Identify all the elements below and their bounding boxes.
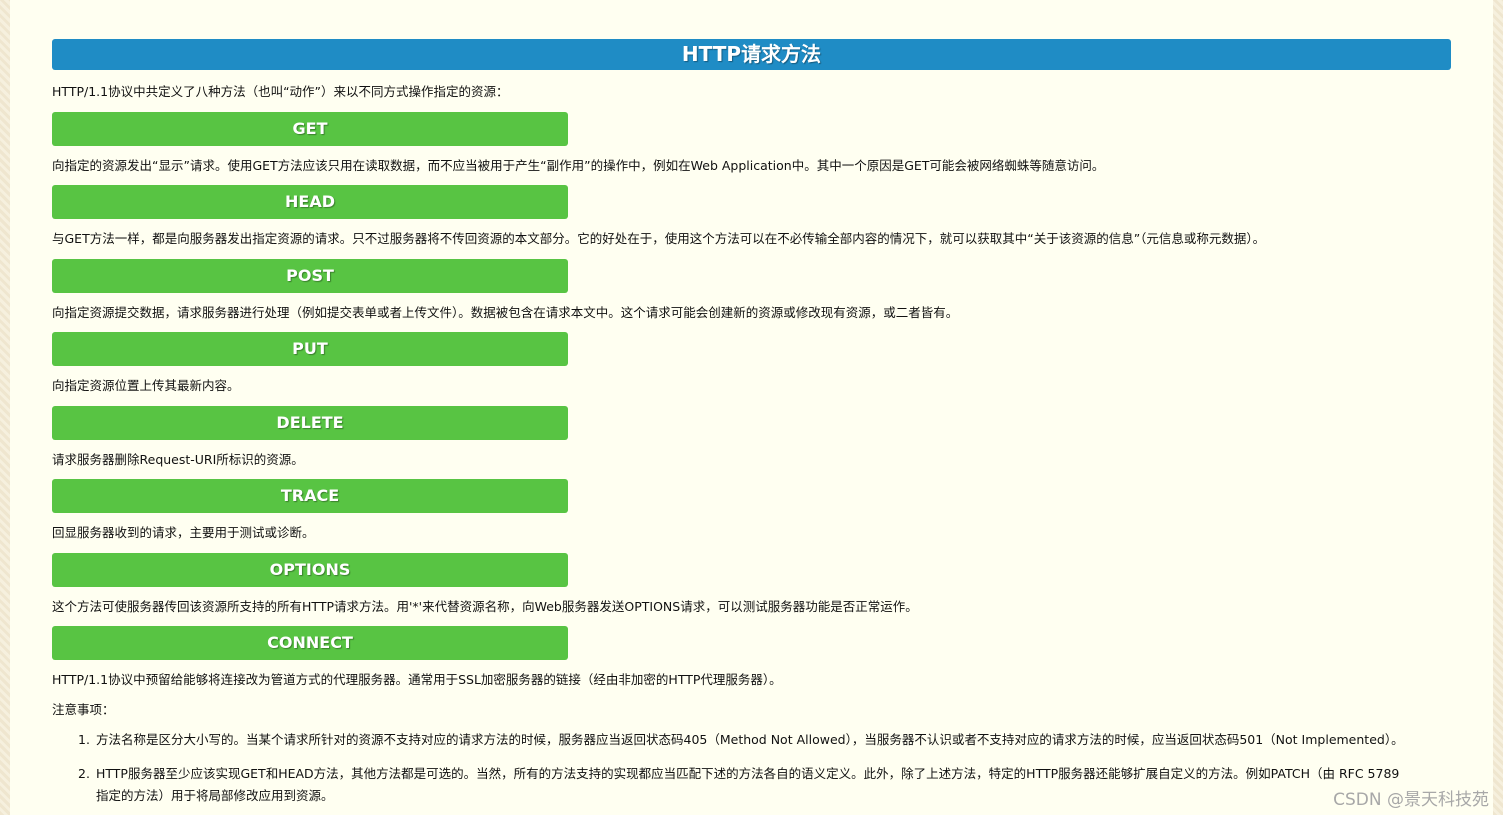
method-desc-post: 向指定资源提交数据，请求服务器进行处理（例如提交表单或者上传文件）。数据被包含在… bbox=[52, 305, 959, 320]
watermark: CSDN @景天科技苑 bbox=[1333, 790, 1489, 810]
method-desc-put: 向指定资源位置上传其最新内容。 bbox=[52, 378, 240, 393]
note-text: 方法名称是区分大小写的。当某个请求所针对的资源不支持对应的请求方法的时候，服务器… bbox=[95, 732, 1404, 747]
method-heading-options: OPTIONS bbox=[52, 553, 568, 587]
method-heading-put: PUT bbox=[52, 332, 568, 366]
method-heading-delete: DELETE bbox=[52, 406, 568, 440]
method-desc-options: 这个方法可使服务器传回该资源所支持的所有HTTP请求方法。用'*'来代替资源名称… bbox=[52, 599, 918, 614]
note-text-line: HTTP服务器至少应该实现GET和HEAD方法，其他方法都是可选的。当然，所有的… bbox=[95, 766, 1400, 781]
note-text: HTTP服务器至少应该实现GET和HEAD方法，其他方法都是可选的。当然，所有的… bbox=[96, 763, 1399, 807]
note-item-1: 1. 方法名称是区分大小写的。当某个请求所针对的资源不支持对应的请求方法的时候，… bbox=[78, 729, 1404, 751]
note-item-2: 2. HTTP服务器至少应该实现GET和HEAD方法，其他方法都是可选的。当然，… bbox=[78, 763, 1399, 807]
method-heading-post: POST bbox=[52, 259, 568, 293]
method-heading-head: HEAD bbox=[52, 185, 568, 219]
method-desc-head: 与GET方法一样，都是向服务器发出指定资源的请求。只不过服务器将不传回资源的本文… bbox=[52, 231, 1266, 246]
page-title: HTTP请求方法 bbox=[52, 39, 1451, 70]
method-desc-trace: 回显服务器收到的请求，主要用于测试或诊断。 bbox=[52, 525, 315, 540]
method-desc-connect: HTTP/1.1协议中预留给能够将连接改为管道方式的代理服务器。通常用于SSL加… bbox=[52, 672, 782, 687]
method-heading-get: GET bbox=[52, 112, 568, 146]
method-desc-get: 向指定的资源发出“显示”请求。使用GET方法应该只用在读取数据，而不应当被用于产… bbox=[52, 158, 1105, 173]
document-page: HTTP请求方法 HTTP/1.1协议中共定义了八种方法（也叫“动作”）来以不同… bbox=[10, 0, 1493, 815]
method-heading-connect: CONNECT bbox=[52, 626, 568, 660]
note-number: 2. bbox=[78, 766, 90, 781]
note-number: 1. bbox=[78, 732, 90, 747]
note-text-line: 指定的方法）用于将局部修改应用到资源。 bbox=[95, 788, 334, 803]
intro-text: HTTP/1.1协议中共定义了八种方法（也叫“动作”）来以不同方式操作指定的资源… bbox=[52, 84, 509, 99]
method-heading-trace: TRACE bbox=[52, 479, 568, 513]
right-border bbox=[1493, 0, 1503, 815]
method-desc-delete: 请求服务器删除Request-URI所标识的资源。 bbox=[52, 452, 304, 467]
notes-heading: 注意事项： bbox=[52, 702, 115, 717]
left-border bbox=[0, 0, 10, 815]
